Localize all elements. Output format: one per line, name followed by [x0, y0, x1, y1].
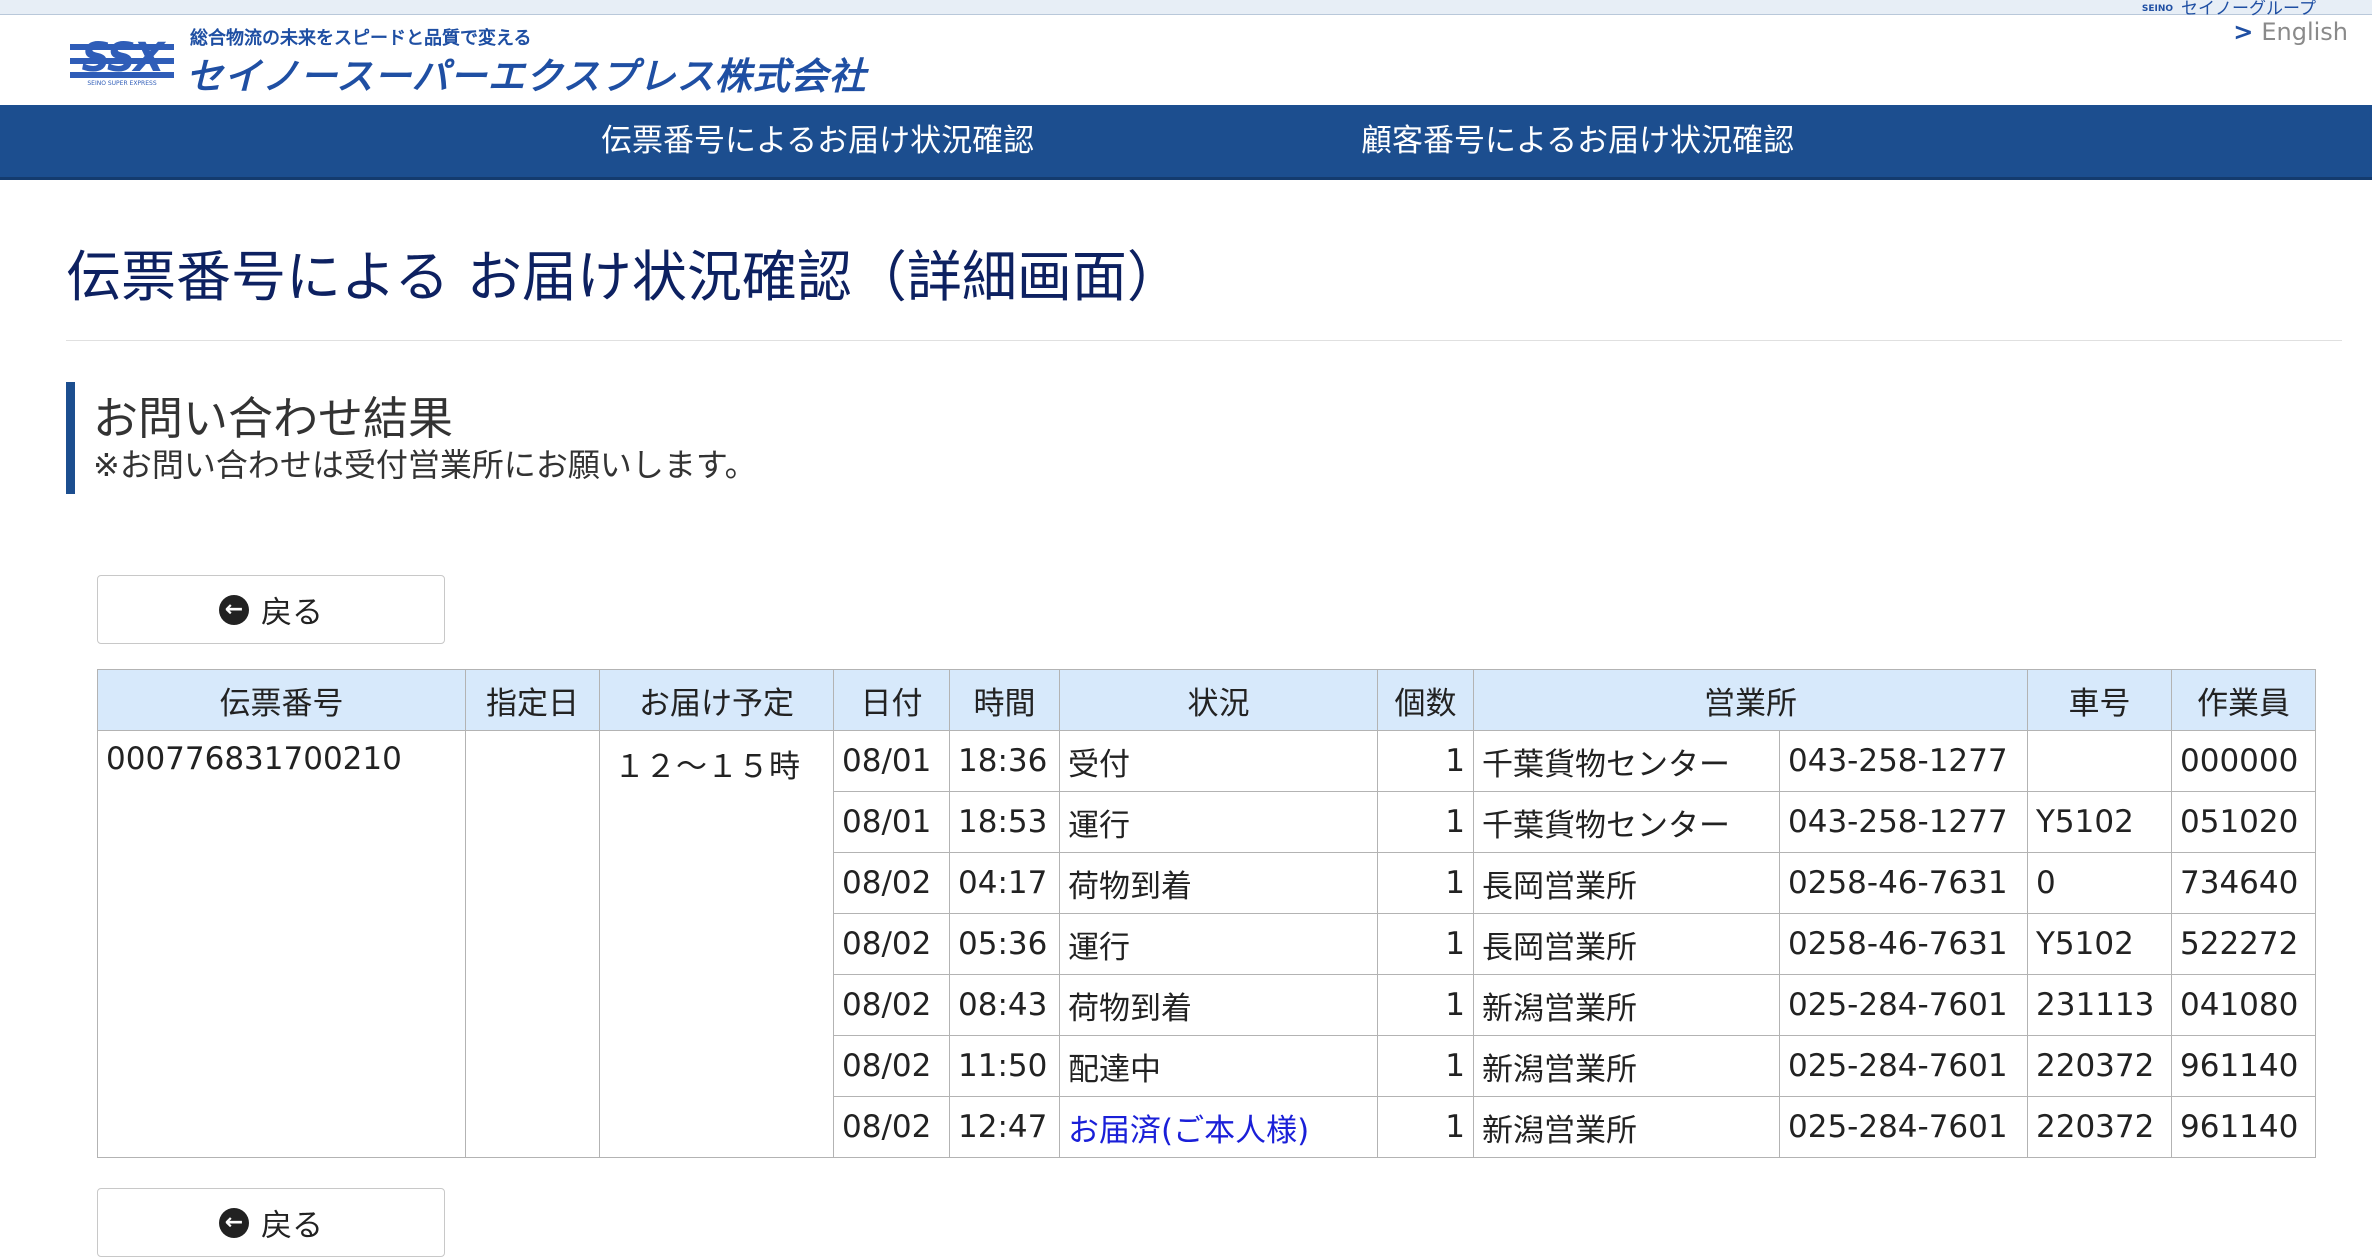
english-link[interactable]: > English — [2233, 18, 2348, 46]
office-cell: 長岡営業所 — [1473, 913, 1780, 975]
designated-date-cell — [465, 730, 600, 1158]
vehicle-cell: Y5102 — [2027, 791, 2172, 853]
back-button-label: 戻る — [261, 1208, 323, 1244]
worker-cell: 961140 — [2171, 1035, 2316, 1097]
slip-number-cell: 000776831700210 — [97, 730, 466, 1158]
ssx-logo-mark: SSX SEINO SUPER EXPRESS — [70, 32, 174, 90]
seino-badge: SEINO — [2141, 4, 2174, 14]
date-cell: 08/02 — [833, 852, 950, 914]
header-quantity: 個数 — [1377, 669, 1474, 731]
quantity-cell: 1 — [1377, 974, 1474, 1036]
status-delivered-link[interactable]: お届済(ご本人様) — [1059, 1096, 1378, 1158]
chevron-right-icon: > — [2233, 18, 2254, 46]
vehicle-cell — [2027, 730, 2172, 792]
time-cell: 08:43 — [949, 974, 1060, 1036]
quantity-cell: 1 — [1377, 852, 1474, 914]
nav-item-slip-tracking[interactable]: 伝票番号によるお届け状況確認 — [601, 105, 1034, 177]
office-cell: 千葉貨物センター — [1473, 791, 1780, 853]
date-cell: 08/02 — [833, 1035, 950, 1097]
vehicle-cell: 0 — [2027, 852, 2172, 914]
quantity-cell: 1 — [1377, 913, 1474, 975]
quantity-cell: 1 — [1377, 791, 1474, 853]
worker-cell: 522272 — [2171, 913, 2316, 975]
office-cell: 千葉貨物センター — [1473, 730, 1780, 792]
group-link[interactable]: SEINO セイノーグループ — [2142, 0, 2316, 19]
quantity-cell: 1 — [1377, 730, 1474, 792]
time-cell: 04:17 — [949, 852, 1060, 914]
time-cell: 12:47 — [949, 1096, 1060, 1158]
logo-company-name: セイノースーパーエクスプレス株式会社 — [186, 55, 867, 98]
worker-cell: 961140 — [2171, 1096, 2316, 1158]
status-cell: 荷物到着 — [1059, 852, 1378, 914]
result-note: ※お問い合わせは受付営業所にお願いします。 — [93, 446, 757, 484]
worker-cell: 000000 — [2171, 730, 2316, 792]
logo-mark-text: SSX — [81, 35, 164, 81]
header-date: 日付 — [833, 669, 950, 731]
page-title: 伝票番号による お届け状況確認（詳細画面） — [66, 245, 1182, 309]
tracking-table: 伝票番号 指定日 お届け予定 日付 時間 状況 個数 営業所 車号 作業員 00… — [97, 669, 2316, 1158]
office-cell: 長岡営業所 — [1473, 852, 1780, 914]
status-cell: 荷物到着 — [1059, 974, 1378, 1036]
back-button-bottom[interactable]: ← 戻る — [97, 1188, 445, 1257]
delivery-schedule-cell: １２～１５時 — [599, 730, 834, 1158]
worker-cell: 734640 — [2171, 852, 2316, 914]
office-cell: 新潟営業所 — [1473, 974, 1780, 1036]
logo-mark-subtext: SEINO SUPER EXPRESS — [87, 80, 157, 87]
worker-cell: 041080 — [2171, 974, 2316, 1036]
back-button-label: 戻る — [261, 595, 323, 631]
office-phone-cell: 0258-46-7631 — [1779, 913, 2028, 975]
date-cell: 08/02 — [833, 1096, 950, 1158]
table-row: 000776831700210 １２～１５時 08/01 18:36 受付 1 … — [97, 730, 2316, 1158]
result-heading: お問い合わせ結果 — [93, 392, 454, 445]
office-phone-cell: 025-284-7601 — [1779, 1096, 2028, 1158]
time-cell: 11:50 — [949, 1035, 1060, 1097]
office-phone-cell: 0258-46-7631 — [1779, 852, 2028, 914]
company-logo[interactable]: SSX SEINO SUPER EXPRESS 総合物流の未来をスピードと品質で… — [70, 24, 890, 98]
header-worker: 作業員 — [2171, 669, 2316, 731]
group-link-label: セイノーグループ — [2181, 0, 2316, 19]
nav-item-customer-tracking[interactable]: 顧客番号によるお届け状況確認 — [1361, 105, 1794, 177]
date-cell: 08/02 — [833, 913, 950, 975]
header-office: 営業所 — [1473, 669, 2028, 731]
quantity-cell: 1 — [1377, 1035, 1474, 1097]
vehicle-cell: 220372 — [2027, 1035, 2172, 1097]
quantity-cell: 1 — [1377, 1096, 1474, 1158]
vehicle-cell: Y5102 — [2027, 913, 2172, 975]
header-status: 状況 — [1059, 669, 1378, 731]
header-vehicle-no: 車号 — [2027, 669, 2172, 731]
status-cell: 配達中 — [1059, 1035, 1378, 1097]
status-cell: 受付 — [1059, 730, 1378, 792]
title-divider — [66, 340, 2342, 341]
header-designated-date: 指定日 — [465, 669, 600, 731]
status-cell: 運行 — [1059, 791, 1378, 853]
time-cell: 18:36 — [949, 730, 1060, 792]
office-phone-cell: 043-258-1277 — [1779, 730, 2028, 792]
date-cell: 08/01 — [833, 791, 950, 853]
office-cell: 新潟営業所 — [1473, 1096, 1780, 1158]
status-cell: 運行 — [1059, 913, 1378, 975]
office-phone-cell: 025-284-7601 — [1779, 1035, 2028, 1097]
date-cell: 08/01 — [833, 730, 950, 792]
header-time: 時間 — [949, 669, 1060, 731]
result-section: お問い合わせ結果 ※お問い合わせは受付営業所にお願いします。 — [66, 382, 1375, 494]
header-slip-no: 伝票番号 — [97, 669, 466, 731]
arrow-circle-left-icon: ← — [219, 594, 249, 625]
time-cell: 18:53 — [949, 791, 1060, 853]
top-strip — [0, 0, 2372, 15]
date-cell: 08/02 — [833, 974, 950, 1036]
office-phone-cell: 025-284-7601 — [1779, 974, 2028, 1036]
back-button[interactable]: ← 戻る — [97, 575, 445, 644]
vehicle-cell: 231113 — [2027, 974, 2172, 1036]
table-header-row: 伝票番号 指定日 お届け予定 日付 時間 状況 個数 営業所 車号 作業員 — [97, 669, 2316, 731]
worker-cell: 051020 — [2171, 791, 2316, 853]
time-cell: 05:36 — [949, 913, 1060, 975]
office-phone-cell: 043-258-1277 — [1779, 791, 2028, 853]
header-delivery-schedule: お届け予定 — [599, 669, 834, 731]
vehicle-cell: 220372 — [2027, 1096, 2172, 1158]
arrow-circle-left-icon: ← — [219, 1207, 249, 1238]
office-cell: 新潟営業所 — [1473, 1035, 1780, 1097]
english-link-label: English — [2261, 18, 2348, 46]
main-nav: 伝票番号によるお届け状況確認 顧客番号によるお届け状況確認 — [0, 105, 2372, 180]
